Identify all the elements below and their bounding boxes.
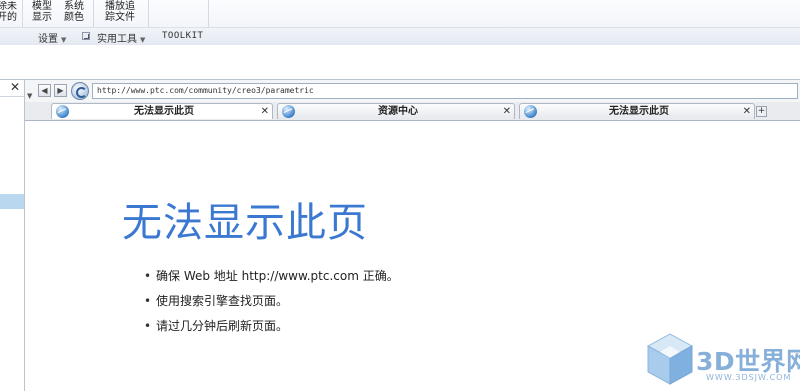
close-icon[interactable]: ✕ (261, 104, 269, 119)
tab-page-not-available-2[interactable]: 无法显示此页 ✕ (519, 103, 755, 119)
ribbon-button-label: 系统 (64, 1, 84, 12)
group-utilities-label: 实用工具 (97, 34, 137, 45)
toolbar-spacer (0, 45, 800, 79)
watermark-url: WWW.3DSJW.COM (706, 373, 792, 382)
ribbon-button-label: 模型 (32, 1, 52, 12)
left-panel: ✕ (0, 79, 25, 391)
ribbon: 除未 开的 模型 显示 系统 颜色 播放追 踪文件 设置 ▼ 实用工具 ▼ TOOL… (0, 0, 800, 45)
tab-title: 无法显示此页 (609, 106, 669, 117)
dialog-launcher-icon[interactable] (82, 32, 90, 40)
history-dropdown-icon[interactable]: ▼ (27, 92, 32, 100)
close-icon[interactable]: ✕ (10, 80, 20, 94)
selected-tree-item[interactable] (0, 194, 24, 209)
ribbon-button-model-display[interactable]: 模型 显示 (30, 1, 54, 23)
browser-tab-icon (524, 105, 537, 118)
chevron-down-icon: ▼ (140, 36, 146, 44)
watermark-logo: 3D世界网 WWW.3DSJW.COM (646, 332, 800, 388)
ribbon-button-system-colors[interactable]: 系统 颜色 (62, 1, 86, 23)
group-settings-label: 设置 (38, 34, 58, 45)
browser-tab-icon (282, 105, 295, 118)
close-icon[interactable]: ✕ (503, 104, 511, 119)
tab-title: 资源中心 (378, 106, 418, 117)
close-icon[interactable]: ✕ (743, 104, 751, 119)
list-item: 使用搜索引擎查找页面。 (144, 293, 399, 318)
list-item: 请过几分钟后刷新页面。 (144, 318, 399, 343)
address-bar[interactable]: http://www.ptc.com/community/creo3/param… (92, 83, 798, 99)
ribbon-button-clear-unopened[interactable]: 除未 开的 (0, 1, 20, 23)
new-tab-button[interactable]: + (756, 106, 767, 117)
chevron-down-icon: ▼ (61, 36, 67, 44)
ribbon-button-play-trail[interactable]: 播放追 踪文件 (102, 1, 138, 23)
refresh-icon[interactable] (71, 82, 89, 100)
ribbon-button-label: 颜色 (64, 12, 84, 23)
tab-page-not-available-1[interactable]: 无法显示此页 ✕ (51, 103, 273, 119)
group-utilities[interactable]: 实用工具 ▼ (97, 30, 145, 45)
browser-tab-bar: 无法显示此页 ✕ 资源中心 ✕ 无法显示此页 ✕ + (25, 102, 800, 121)
error-page-title: 无法显示此页 (122, 200, 368, 246)
error-tips-list: 确保 Web 地址 http://www.ptc.com 正确。 使用搜索引擎查… (144, 268, 399, 343)
forward-arrow-icon[interactable]: ▶ (54, 84, 67, 97)
ribbon-button-label: 踪文件 (105, 12, 135, 23)
ribbon-button-label: 除未 (0, 1, 17, 12)
browser-nav-bar: ▼ ◀ ▶ http://www.ptc.com/community/creo3… (25, 80, 800, 102)
left-panel-header: ✕ (0, 80, 24, 97)
tab-title: 无法显示此页 (134, 106, 194, 117)
ribbon-button-label: 显示 (32, 12, 52, 23)
back-arrow-icon[interactable]: ◀ (38, 84, 51, 97)
group-toolkit[interactable]: TOOLKIT (162, 31, 203, 41)
cube-logo-icon (646, 333, 694, 385)
tab-resource-center[interactable]: 资源中心 ✕ (277, 103, 515, 119)
browser-tab-icon (56, 105, 69, 118)
ribbon-button-label: 播放追 (105, 1, 135, 12)
ribbon-group-bar: 设置 ▼ 实用工具 ▼ TOOLKIT (0, 27, 800, 45)
list-item: 确保 Web 地址 http://www.ptc.com 正确。 (144, 268, 399, 293)
group-settings[interactable]: 设置 ▼ (38, 30, 66, 45)
ribbon-button-label: 开的 (0, 12, 17, 23)
